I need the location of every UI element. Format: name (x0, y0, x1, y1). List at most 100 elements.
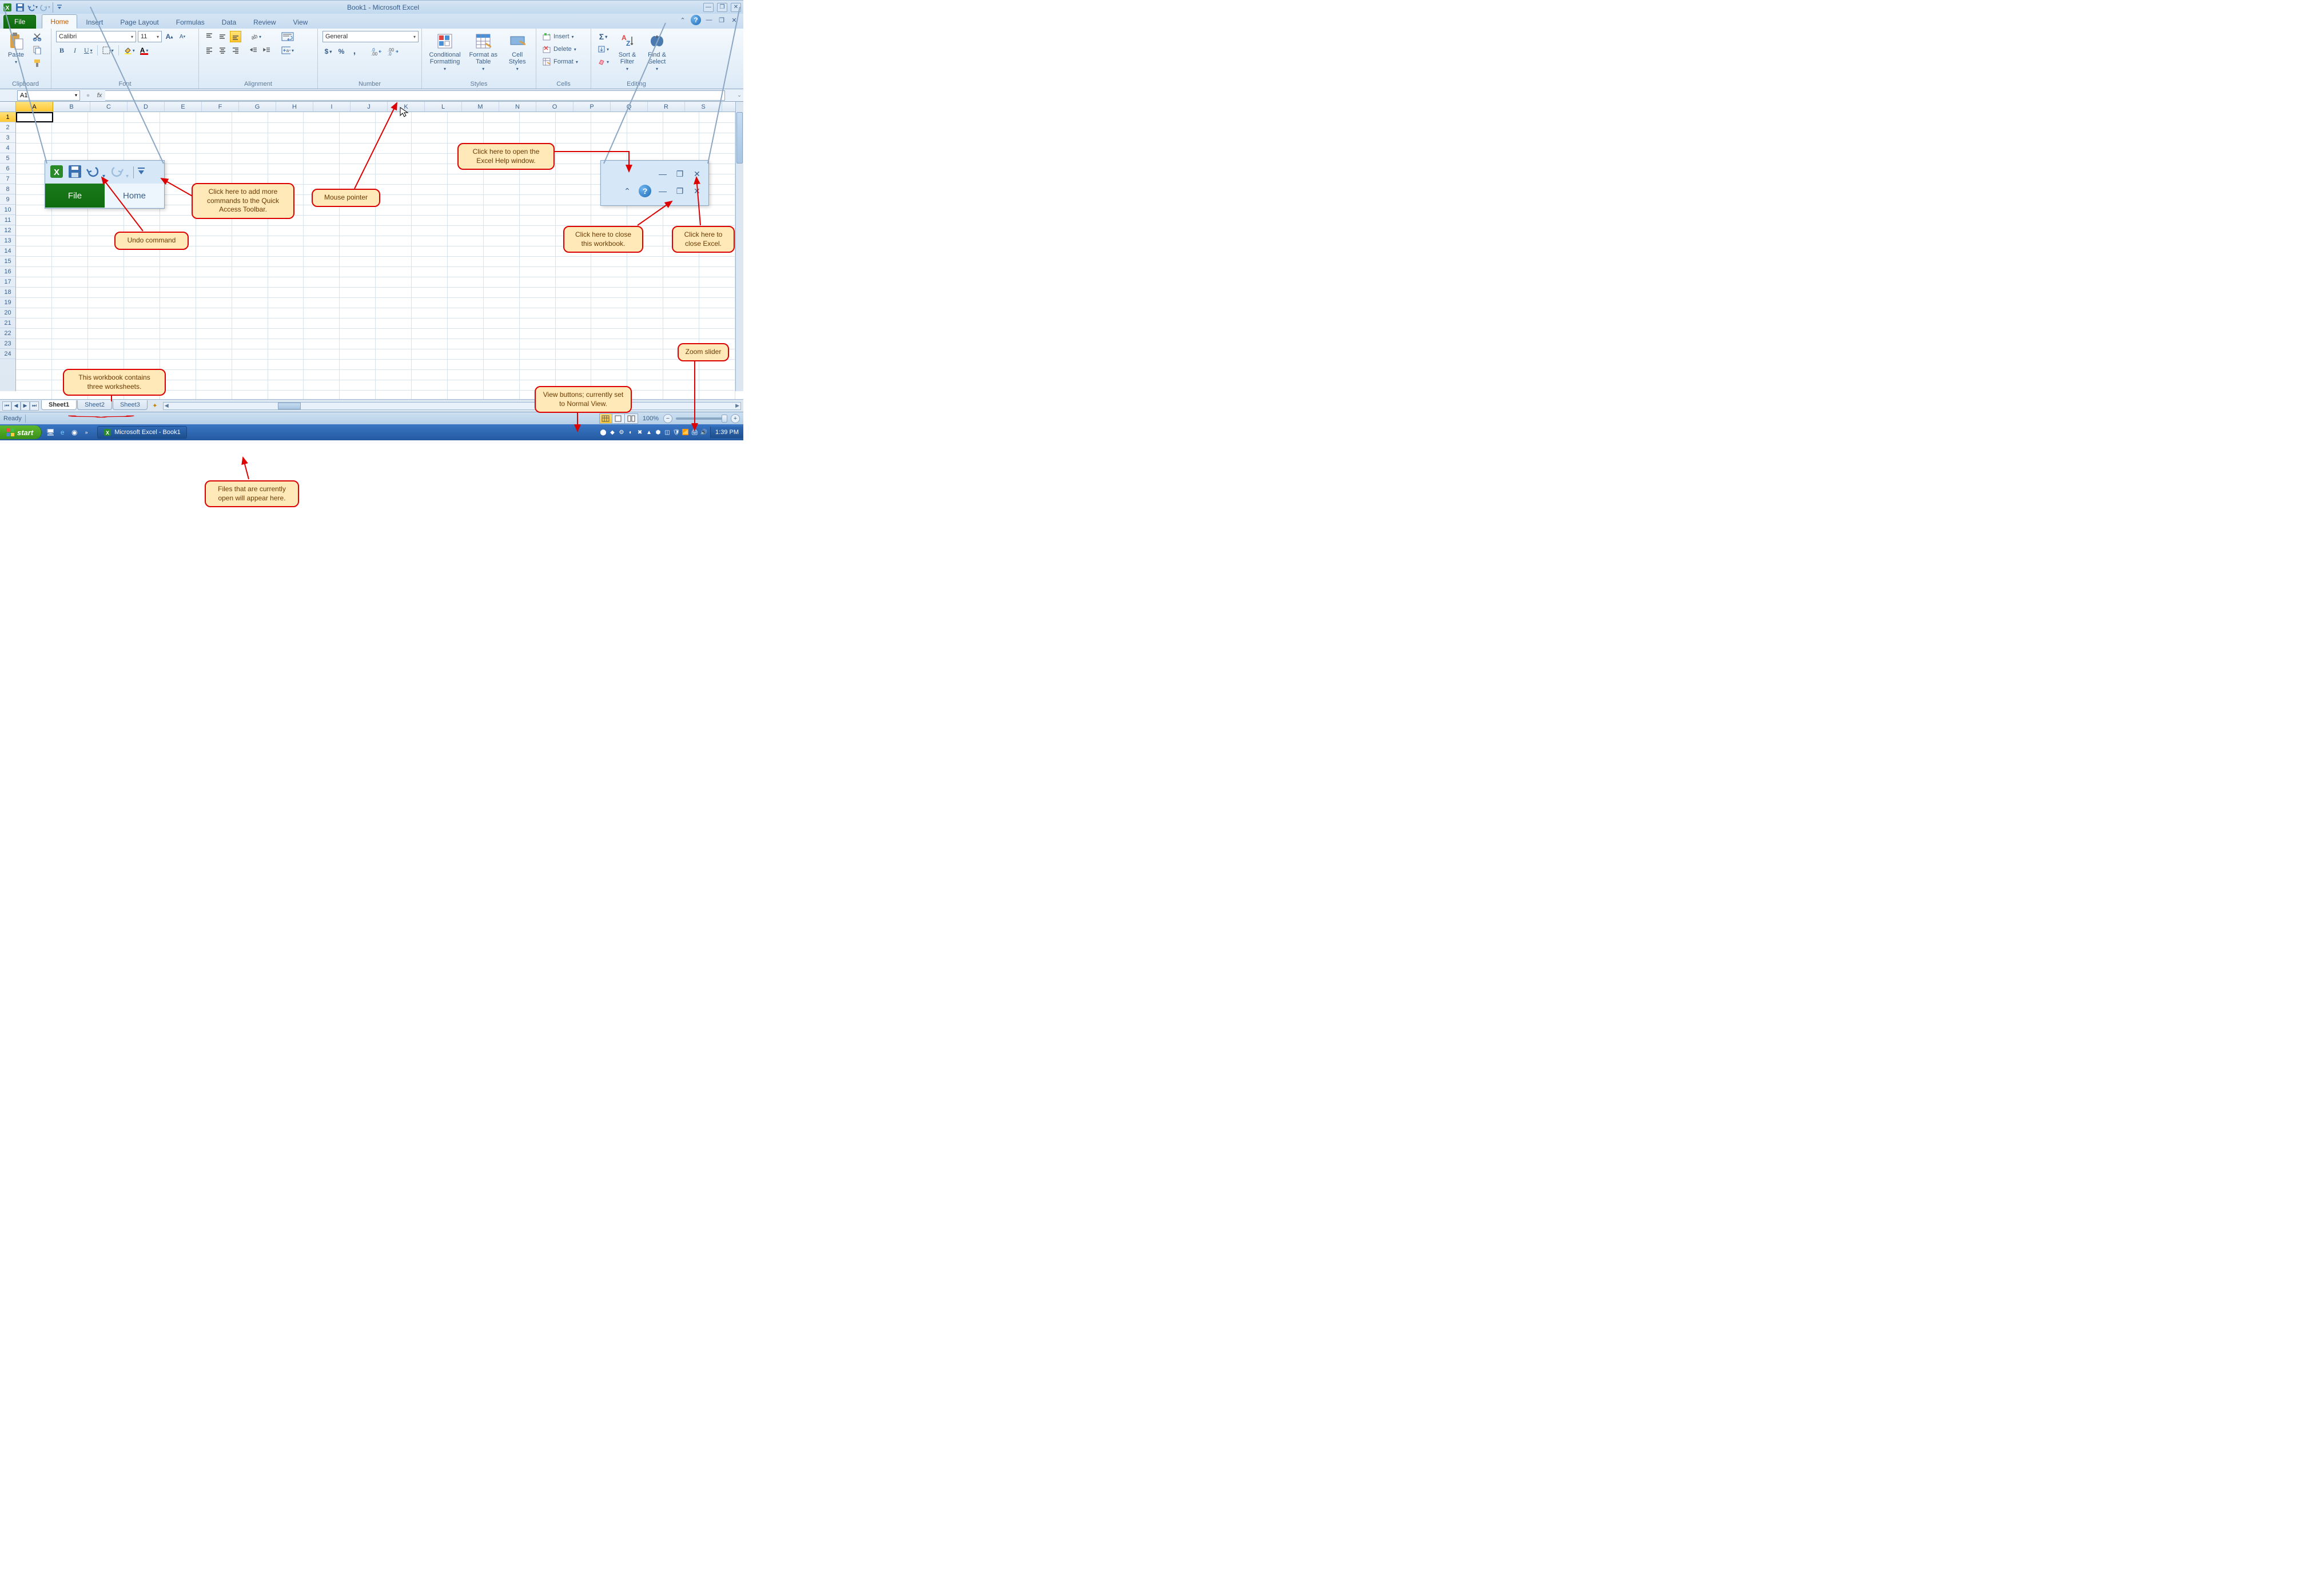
tray-icon[interactable]: 🔊 (700, 428, 708, 436)
align-center-button[interactable] (217, 45, 228, 56)
name-box[interactable]: A1▾ (17, 90, 80, 101)
insert-cells-button[interactable]: +Insert▾ (541, 31, 575, 42)
col-header-H[interactable]: H (276, 102, 313, 112)
decrease-decimal-button[interactable]: .00.0 (386, 46, 401, 57)
zoom-slider[interactable] (676, 417, 727, 420)
format-as-table-button[interactable]: Format as Table▾ (467, 31, 500, 73)
customize-qat-icon[interactable] (53, 2, 63, 13)
col-header-S[interactable]: S (685, 102, 722, 112)
page-break-view-button[interactable] (625, 414, 638, 423)
col-header-N[interactable]: N (499, 102, 536, 112)
col-header-M[interactable]: M (462, 102, 499, 112)
row-header[interactable]: 20 (0, 308, 15, 318)
cut-button[interactable] (31, 31, 43, 42)
row-header[interactable]: 4 (0, 143, 15, 153)
col-header-K[interactable]: K (388, 102, 425, 112)
col-header-P[interactable]: P (573, 102, 611, 112)
decrease-indent-button[interactable] (248, 45, 260, 56)
col-header-O[interactable]: O (536, 102, 573, 112)
tray-icon[interactable]: ▲ (645, 428, 653, 436)
select-all-button[interactable] (0, 102, 16, 112)
tab-formulas[interactable]: Formulas (168, 15, 213, 29)
orientation-button[interactable]: ab (248, 31, 263, 42)
increase-font-button[interactable]: A▴ (164, 31, 175, 42)
autosum-button[interactable]: Σ (596, 31, 611, 42)
row-header[interactable]: 7 (0, 174, 15, 184)
tray-icon[interactable]: ⬢ (654, 428, 662, 436)
comma-format-button[interactable]: , (349, 46, 360, 57)
tab-page-layout[interactable]: Page Layout (111, 15, 167, 29)
tray-icon[interactable]: ◐ (627, 428, 635, 436)
row-header[interactable]: 12 (0, 225, 15, 236)
insert-worksheet-button[interactable]: ✦ (149, 401, 161, 411)
row-header[interactable]: 3 (0, 133, 15, 143)
conditional-formatting-button[interactable]: Conditional Formatting▾ (427, 31, 463, 73)
row-header[interactable]: 19 (0, 297, 15, 308)
tab-review[interactable]: Review (245, 15, 284, 29)
col-header-A[interactable]: A (16, 102, 53, 112)
col-header-Q[interactable]: Q (611, 102, 648, 112)
copy-button[interactable] (31, 44, 43, 55)
row-header[interactable]: 16 (0, 266, 15, 277)
align-left-button[interactable] (204, 45, 215, 56)
fill-button[interactable] (596, 43, 611, 55)
taskbar-clock[interactable]: 1:39 PM (710, 427, 743, 438)
font-size-combo[interactable]: 11▾ (138, 31, 162, 42)
cell-styles-button[interactable]: Cell Styles▾ (503, 31, 531, 73)
clear-button[interactable] (596, 56, 611, 67)
minimize-app-button[interactable]: — (703, 3, 714, 12)
restore-app-button[interactable]: ❐ (717, 3, 727, 12)
row-header[interactable]: 6 (0, 164, 15, 174)
tray-icon[interactable]: 🖨 (691, 428, 699, 436)
font-name-combo[interactable]: Calibri▾ (56, 31, 136, 42)
minimize-workbook-button[interactable]: — (704, 16, 714, 24)
tray-icon[interactable]: 📶 (682, 428, 690, 436)
minimize-ribbon-icon[interactable]: ⌃ (678, 16, 687, 24)
zoom-in-button[interactable]: + (731, 414, 740, 423)
zoom-out-button[interactable]: − (663, 414, 672, 423)
row-header[interactable]: 9 (0, 194, 15, 205)
save-icon[interactable] (15, 2, 25, 13)
percent-format-button[interactable]: % (336, 46, 347, 57)
close-workbook-button[interactable]: ✕ (730, 16, 739, 24)
col-header-G[interactable]: G (239, 102, 276, 112)
help-icon[interactable]: ? (691, 15, 701, 25)
increase-indent-button[interactable] (261, 45, 273, 56)
col-header-R[interactable]: R (648, 102, 685, 112)
cancel-formula-icon[interactable]: ● (82, 92, 94, 99)
number-format-combo[interactable]: General▾ (322, 31, 419, 42)
row-header[interactable]: 5 (0, 153, 15, 164)
show-desktop-icon[interactable]: 🖥 (45, 427, 55, 437)
tray-icon[interactable]: ⬤ (599, 428, 607, 436)
chrome-icon[interactable]: ◉ (69, 427, 79, 437)
format-cells-button[interactable]: Format▾ (541, 56, 579, 67)
col-header-B[interactable]: B (53, 102, 90, 112)
close-app-button[interactable]: ✕ (731, 3, 741, 12)
row-header[interactable]: 24 (0, 349, 15, 359)
page-layout-view-button[interactable] (612, 414, 625, 423)
find-select-button[interactable]: Find & Select▾ (644, 31, 670, 73)
underline-button[interactable]: U (82, 45, 94, 56)
col-header-F[interactable]: F (202, 102, 239, 112)
row-header-1[interactable]: 1 (0, 112, 15, 122)
accounting-format-button[interactable]: $ (322, 46, 334, 57)
tray-icon[interactable]: 🛡 (672, 428, 680, 436)
col-header-D[interactable]: D (128, 102, 165, 112)
wrap-text-button[interactable] (280, 31, 296, 42)
row-header[interactable]: 18 (0, 287, 15, 297)
sheet-nav-last[interactable]: ⏭ (30, 401, 39, 411)
vertical-scrollbar[interactable] (735, 102, 743, 391)
tray-icon[interactable]: ◆ (608, 428, 616, 436)
col-header-C[interactable]: C (90, 102, 128, 112)
row-header[interactable]: 8 (0, 184, 15, 194)
file-tab[interactable]: File (3, 15, 36, 29)
tab-data[interactable]: Data (213, 15, 245, 29)
tab-insert[interactable]: Insert (77, 15, 111, 29)
italic-button[interactable]: I (69, 45, 81, 56)
row-header[interactable]: 21 (0, 318, 15, 328)
align-top-button[interactable] (204, 31, 215, 42)
format-painter-button[interactable] (31, 57, 43, 69)
borders-button[interactable] (101, 45, 116, 56)
sheet-nav-prev[interactable]: ◀ (11, 401, 21, 411)
restore-workbook-button[interactable]: ❐ (717, 16, 726, 24)
